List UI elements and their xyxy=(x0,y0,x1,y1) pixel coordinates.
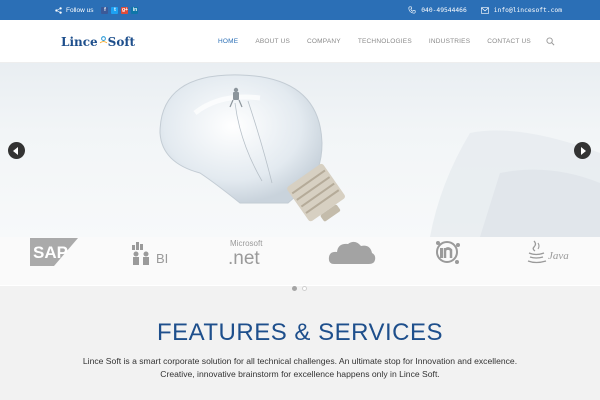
nav-item-industries[interactable]: INDUSTRIES xyxy=(429,38,470,45)
features-description-line-2: Creative, innovative brainstorm for exce… xyxy=(160,369,440,379)
cloud-logo xyxy=(328,237,376,267)
logo-text-lince: Lince xyxy=(61,35,98,49)
microsoft-dotnet-logo: Microsoft .net xyxy=(226,237,280,267)
slider-prev-button[interactable] xyxy=(8,142,25,159)
phone-contact[interactable]: 040-49544466 xyxy=(408,6,467,14)
main-navbar: Lince Soft HOME ABOUT US COMPANY TECHNOL… xyxy=(0,20,600,63)
features-title: FEATURES & SERVICES xyxy=(156,319,443,346)
follow-us: Follow us f t g+ in xyxy=(55,0,139,20)
nav-item-company[interactable]: COMPANY xyxy=(307,38,341,45)
chevron-right-icon xyxy=(581,146,586,155)
slider-dot-2[interactable] xyxy=(302,286,307,291)
hero-slider xyxy=(0,63,600,237)
logo-swirl-icon xyxy=(99,36,107,44)
search-icon[interactable] xyxy=(546,37,555,46)
svg-text:Java: Java xyxy=(548,250,569,262)
mail-icon xyxy=(480,6,489,14)
slider-dot-1[interactable] xyxy=(292,286,297,291)
slider-next-button[interactable] xyxy=(574,142,591,159)
nav-menu: HOME ABOUT US COMPANY TECHNOLOGIES INDUS… xyxy=(218,20,555,63)
svg-text:Microsoft: Microsoft xyxy=(230,239,263,248)
java-logo: Java xyxy=(526,237,574,267)
features-description-line-1: Lince Soft is a smart corporate solution… xyxy=(82,356,518,366)
share-icon xyxy=(55,6,62,14)
facebook-icon[interactable]: f xyxy=(101,6,109,14)
top-bar: Follow us f t g+ in 040-49544466 info@li… xyxy=(0,0,600,20)
twitter-icon[interactable]: t xyxy=(111,6,119,14)
nav-item-about-us[interactable]: ABOUT US xyxy=(255,38,290,45)
sap-logo: SAP xyxy=(30,237,78,267)
email-address: info@lincesoft.com xyxy=(493,6,562,14)
logo-text-soft: Soft xyxy=(107,35,136,49)
nav-item-home[interactable]: HOME xyxy=(218,38,238,45)
technology-logos: SAP BI Microsoft .net Java xyxy=(0,237,600,285)
nav-item-technologies[interactable]: TECHNOLOGIES xyxy=(358,38,412,45)
features-section: FEATURES & SERVICES Lince Soft is a smar… xyxy=(0,286,600,400)
bi-logo: BI xyxy=(128,237,176,267)
phone-icon xyxy=(408,6,416,14)
chevron-left-icon xyxy=(13,146,18,155)
nav-item-contact-us[interactable]: CONTACT US xyxy=(487,38,531,45)
social-links: f t g+ in xyxy=(101,6,139,14)
contact-info: 040-49544466 info@lincesoft.com xyxy=(408,0,562,20)
light-bulb-illustration xyxy=(159,74,600,237)
svg-text:BI: BI xyxy=(156,251,168,266)
svg-text:SAP: SAP xyxy=(33,243,68,262)
svg-text:.net: .net xyxy=(228,248,260,266)
phone-number: 040-49544466 xyxy=(421,6,467,14)
iot-logo xyxy=(430,237,466,267)
slider-pagination xyxy=(292,286,307,291)
site-logo[interactable]: Lince Soft xyxy=(61,32,135,52)
linkedin-icon[interactable]: in xyxy=(131,6,139,14)
google-plus-icon[interactable]: g+ xyxy=(121,6,129,14)
email-contact[interactable]: info@lincesoft.com xyxy=(480,6,562,14)
follow-us-label: Follow us xyxy=(66,6,94,14)
